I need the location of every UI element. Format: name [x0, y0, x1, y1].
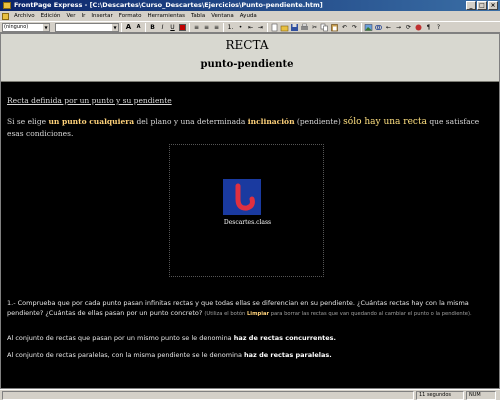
decrease-font-button[interactable]: A — [134, 23, 143, 32]
increase-font-button[interactable]: A — [124, 23, 133, 32]
menu-herramientas[interactable]: Herramientas — [145, 11, 188, 21]
paragraph-text: Al conjunto de rectas que pasan por un m… — [7, 334, 234, 342]
underline-button[interactable]: U — [168, 23, 177, 32]
bold-button[interactable]: B — [148, 23, 157, 32]
intro-text: (pendiente) — [294, 117, 344, 126]
parallel-paragraph: Al conjunto de rectas paralelas, con la … — [7, 351, 495, 359]
document-area[interactable]: RECTA punto-pendiente Recta definida por… — [0, 33, 500, 389]
increase-indent-button[interactable]: ⇥ — [256, 23, 265, 32]
toolbar-separator — [189, 22, 190, 32]
paragraph-text: Al conjunto de rectas paralelas, con la … — [7, 351, 245, 359]
descartes-logo-icon — [223, 179, 261, 215]
menu-ayuda[interactable]: Ayuda — [237, 11, 260, 21]
toolbar-separator — [145, 22, 146, 32]
style-select-value: (ninguno) — [4, 23, 29, 30]
open-folder-icon[interactable] — [280, 23, 289, 32]
menu-ver[interactable]: Ver — [63, 11, 78, 21]
document-icon[interactable] — [2, 12, 9, 20]
font-select[interactable]: ▼ — [55, 22, 119, 32]
status-bar: 11 segundos NUM — [0, 389, 500, 400]
paragraph-bold: haz de rectas paralelas. — [244, 351, 332, 359]
menu-insertar[interactable]: Insertar — [88, 11, 115, 21]
close-button[interactable]: × — [488, 1, 498, 10]
save-disk-icon[interactable] — [290, 23, 299, 32]
forward-arrow-icon[interactable]: → — [394, 23, 403, 32]
menu-tabla[interactable]: Tabla — [188, 11, 208, 21]
toolbar-separator — [121, 22, 122, 32]
cut-icon[interactable]: ✂ — [310, 23, 319, 32]
toolbar-separator — [223, 22, 224, 32]
applet-label: Descartes.class — [223, 219, 272, 226]
note-text: para borrar las rectas que van quedando … — [269, 311, 472, 317]
paste-icon[interactable] — [330, 23, 339, 32]
bullet-list-button[interactable]: • — [236, 23, 245, 32]
concurrent-paragraph: Al conjunto de rectas que pasan por un m… — [7, 334, 495, 342]
menu-bar: Archivo Edición Ver Ir Insertar Formato … — [0, 11, 500, 21]
toolbar-separator — [361, 22, 362, 32]
align-left-button[interactable]: ≡ — [192, 23, 201, 32]
text-color-button[interactable] — [178, 23, 187, 32]
status-time: 11 segundos — [416, 391, 464, 400]
menu-formato[interactable]: Formato — [116, 11, 145, 21]
align-right-button[interactable]: ≡ — [212, 23, 221, 32]
page-title: RECTA — [225, 38, 269, 52]
header-divider — [1, 81, 499, 82]
menu-edicion[interactable]: Edición — [38, 11, 64, 21]
back-arrow-icon[interactable]: ← — [384, 23, 393, 32]
chevron-down-icon[interactable]: ▼ — [43, 23, 49, 31]
chevron-down-icon[interactable]: ▼ — [112, 23, 118, 31]
maximize-button[interactable]: □ — [477, 1, 487, 10]
copy-icon[interactable] — [320, 23, 329, 32]
decrease-indent-button[interactable]: ⇤ — [246, 23, 255, 32]
descartes-applet[interactable]: Descartes.class — [169, 144, 324, 277]
menu-archivo[interactable]: Archivo — [11, 11, 38, 21]
new-page-icon[interactable] — [270, 23, 279, 32]
intro-paragraph: Si se elige un punto cualquiera del plan… — [7, 116, 485, 139]
insert-image-icon[interactable] — [364, 23, 373, 32]
style-select[interactable]: (ninguno) ▼ — [2, 22, 50, 32]
undo-icon[interactable]: ↶ — [340, 23, 349, 32]
text-color-swatch — [179, 23, 186, 31]
menu-ir[interactable]: Ir — [78, 11, 88, 21]
note-highlight: Limpiar — [247, 311, 270, 317]
italic-button[interactable]: I — [158, 23, 167, 32]
paragraph-bold: haz de rectas concurrentes. — [233, 334, 336, 342]
note-text: (Utiliza el botón — [204, 311, 247, 317]
window-title-bar[interactable]: FrontPage Express - [C:\Descartes\Curso_… — [0, 0, 500, 11]
align-center-button[interactable]: ≡ — [202, 23, 211, 32]
section-link[interactable]: Recta definida por un punto y su pendien… — [7, 96, 172, 105]
refresh-icon[interactable]: ⟳ — [404, 23, 413, 32]
redo-icon[interactable]: ↷ — [350, 23, 359, 32]
window-title: FrontPage Express - [C:\Descartes\Curso_… — [14, 1, 323, 9]
minimize-button[interactable]: _ — [466, 1, 476, 10]
intro-highlight: inclinación — [247, 117, 295, 126]
question-1: 1.- Comprueba que por cada punto pasan i… — [7, 298, 495, 319]
help-pointer-icon[interactable]: ? — [434, 23, 443, 32]
page-subtitle: punto-pendiente — [200, 59, 294, 70]
print-icon[interactable] — [300, 23, 309, 32]
numbered-list-button[interactable]: 1. — [226, 23, 235, 32]
intro-text: Si se elige — [7, 117, 49, 126]
intro-highlight: un punto cualquiera — [48, 117, 135, 126]
frontpage-app-icon[interactable] — [3, 2, 11, 9]
intro-text: del plano y una determinada — [134, 117, 248, 126]
toolbar-separator — [267, 22, 268, 32]
intro-highlight-big: sólo hay una recta — [343, 117, 427, 127]
status-num: NUM — [466, 391, 496, 400]
format-toolbar: (ninguno) ▼ ▼ A A B I U ≡ ≡ ≡ 1. • ⇤ ⇥ ✂… — [0, 21, 500, 33]
menu-ventana[interactable]: Ventana — [208, 11, 237, 21]
question-note: (Utiliza el botón Limpiar para borrar la… — [204, 311, 471, 317]
paragraph-marks-button[interactable]: ¶ — [424, 23, 433, 32]
stop-icon[interactable] — [414, 23, 423, 32]
insert-link-icon[interactable] — [374, 23, 383, 32]
status-message — [2, 391, 414, 400]
